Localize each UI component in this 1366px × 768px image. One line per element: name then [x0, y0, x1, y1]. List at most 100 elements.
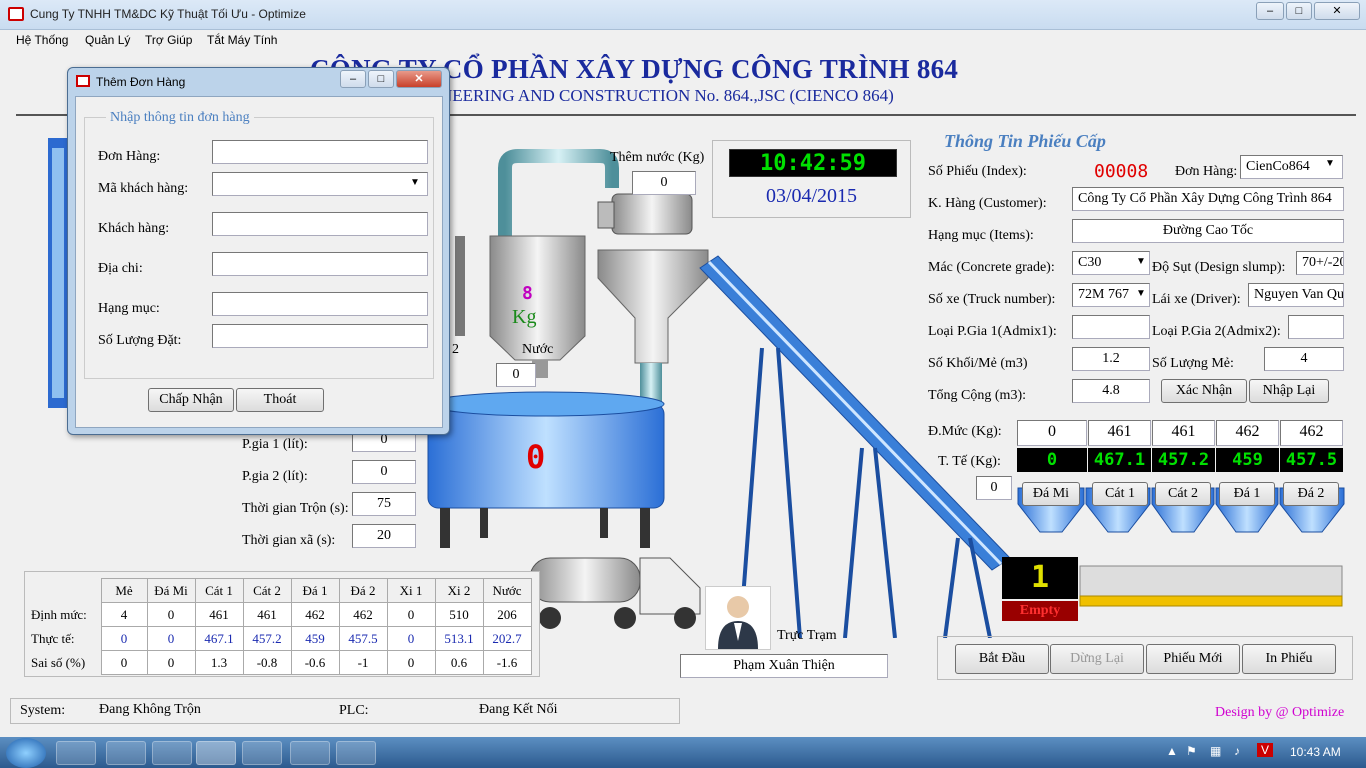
actual-da2: 457.5 — [1280, 448, 1343, 472]
items-input[interactable]: Đường Cao Tốc — [1072, 219, 1344, 243]
maximize-button[interactable]: □ — [1286, 2, 1312, 20]
batches-input[interactable]: 4 — [1264, 347, 1344, 371]
admix-tank-label: 2 — [452, 342, 459, 357]
close-button[interactable]: ✕ — [1314, 2, 1360, 20]
customer-code-select[interactable] — [212, 172, 428, 196]
chevron-down-icon: ▼ — [1136, 288, 1146, 299]
water-add-input[interactable]: 0 — [632, 171, 696, 195]
clock-panel: 10:42:59 03/04/2015 — [712, 140, 911, 218]
ie-icon[interactable] — [56, 741, 96, 765]
start-orb-icon[interactable] — [6, 738, 46, 768]
th-me: Mẻ — [100, 578, 148, 603]
customer-input[interactable]: Công Ty Cổ Phần Xây Dựng Công Trình 864 — [1072, 187, 1344, 211]
water-add-label: Thêm nước (Kg) — [610, 150, 705, 165]
water-tank-value: 0 — [496, 363, 536, 387]
visual-studio-icon[interactable] — [290, 741, 330, 765]
tray-arrow-icon[interactable]: ▲ — [1166, 744, 1178, 758]
menu-tro-giup[interactable]: Trợ Giúp — [145, 33, 192, 47]
category-input[interactable] — [212, 292, 428, 316]
tray-flag-icon[interactable]: ⚑ — [1186, 744, 1197, 758]
index-label: Số Phiếu (Index): — [928, 164, 1027, 179]
system-status: Đang Không Trộn — [99, 702, 201, 717]
bin-da-mi-button[interactable]: Đá Mi — [1022, 482, 1080, 506]
confirm-button[interactable]: Xác Nhận — [1161, 379, 1247, 403]
table-row: Thực tế: 0 0 467.1 457.2 459 457.5 0 513.1 202.7 — [29, 626, 532, 651]
start-button[interactable]: Bắt Đầu — [955, 644, 1049, 674]
slump-label: Độ Sụt (Design slump): — [1152, 260, 1286, 275]
media-player-icon[interactable] — [152, 741, 192, 765]
exit-button[interactable]: Thoát — [236, 388, 324, 412]
clock-time: 10:42:59 — [729, 149, 897, 177]
mixer-digit: 0 — [526, 438, 546, 476]
slump-input[interactable]: 70+/-20 — [1296, 251, 1344, 275]
add-order-dialog: Thêm Đơn Hàng – □ ✕ Nhập thông tin đơn h… — [67, 67, 450, 435]
tray-volume-icon[interactable]: ♪ — [1234, 744, 1240, 758]
th-xi2: Xi 2 — [434, 578, 484, 603]
explorer-icon[interactable] — [106, 741, 146, 765]
bin-cat2-button[interactable]: Cát 2 — [1155, 482, 1211, 506]
menu-bar — [0, 30, 1366, 52]
menu-he-thong[interactable]: Hệ Thống — [16, 33, 68, 47]
stop-button[interactable]: Dừng Lại — [1050, 644, 1144, 674]
bin-da2-button[interactable]: Đá 2 — [1283, 482, 1339, 506]
admix2-input[interactable]: 0 — [352, 460, 416, 484]
system-label: System: — [20, 703, 66, 718]
dialog-maximize-button[interactable]: □ — [368, 70, 394, 88]
customer-name-input[interactable] — [212, 212, 428, 236]
conveyor-digit: 1 — [1002, 557, 1078, 599]
order-input[interactable] — [212, 140, 428, 164]
tray-network-icon[interactable]: ▦ — [1210, 744, 1221, 758]
customer-code-label: Mã khách hàng: — [98, 181, 189, 196]
th-cat2: Cát 2 — [242, 578, 292, 603]
setpoint-cat1: 461 — [1088, 420, 1151, 446]
address-input[interactable] — [212, 252, 428, 276]
admix2-label: P.gia 2 (lít): — [242, 469, 308, 484]
dialog-minimize-button[interactable]: – — [340, 70, 366, 88]
tia-portal-icon[interactable] — [242, 741, 282, 765]
admix1-type-input[interactable] — [1072, 315, 1150, 339]
bin-cat1-button[interactable]: Cát 1 — [1092, 482, 1148, 506]
window-titlebar: Cung Ty TNHH TM&DC Kỹ Thuật Tối Ưu - Opt… — [0, 0, 1366, 30]
extra-value: 0 — [976, 476, 1012, 500]
batch-table-panel: Mẻ Đá Mi Cát 1 Cát 2 Đá 1 Đá 2 Xi 1 Xi 2… — [24, 571, 540, 677]
volume-input[interactable]: 1.2 — [1072, 347, 1150, 371]
mix-time-input[interactable]: 75 — [352, 492, 416, 516]
driver-input[interactable]: Nguyen Van Quang — [1248, 283, 1344, 307]
setpoint-da-mi: 0 — [1017, 420, 1087, 446]
accept-button[interactable]: Chấp Nhận — [148, 388, 234, 412]
dialog-title: Thêm Đơn Hàng — [96, 75, 186, 89]
menu-quan-ly[interactable]: Quản Lý — [85, 33, 130, 47]
th-da1: Đá 1 — [290, 578, 340, 603]
order-label: Đơn Hàng: — [1175, 164, 1238, 179]
setpoint-label: Đ.Mức (Kg): — [928, 424, 1002, 439]
actual-label: T. Tế (Kg): — [938, 454, 1001, 469]
table-row: Định mức: 4 0 461 461 462 462 0 510 206 — [29, 602, 532, 627]
admix2-type-label: Loại P.Gia 2(Admix2): — [1152, 324, 1281, 339]
network-app-icon[interactable] — [336, 741, 376, 765]
category-label: Hạng mục: — [98, 301, 160, 316]
plc-label: PLC: — [339, 703, 369, 718]
optimize-app-icon[interactable] — [196, 741, 236, 765]
discharge-time-label: Thời gian xã (s): — [242, 533, 336, 548]
menu-tat-may-tinh[interactable]: Tắt Máy Tính — [207, 33, 277, 47]
order-group-title: Nhập thông tin đơn hàng — [106, 110, 254, 126]
taskbar-clock[interactable]: 10:43 AM — [1290, 745, 1341, 759]
actual-cat1: 467.1 — [1088, 448, 1151, 472]
discharge-time-input[interactable]: 20 — [352, 524, 416, 548]
address-label: Địa chi: — [98, 261, 143, 276]
tray-antivirus-icon[interactable]: V — [1257, 743, 1273, 757]
actual-cat2: 457.2 — [1152, 448, 1215, 472]
operator-role: Trực Trạm — [777, 628, 837, 643]
plc-status: Đang Kết Nối — [479, 702, 558, 717]
quantity-input[interactable] — [212, 324, 428, 348]
minimize-button[interactable]: – — [1256, 2, 1284, 20]
window-title: Cung Ty TNHH TM&DC Kỹ Thuật Tối Ưu - Opt… — [30, 7, 306, 21]
reset-button[interactable]: Nhập Lại — [1249, 379, 1329, 403]
dialog-close-button[interactable]: ✕ — [396, 70, 442, 88]
new-ticket-button[interactable]: Phiếu Mới — [1146, 644, 1240, 674]
print-ticket-button[interactable]: In Phiếu — [1242, 644, 1336, 674]
truck-label: Số xe (Truck number): — [928, 292, 1056, 307]
bin-da1-button[interactable]: Đá 1 — [1219, 482, 1275, 506]
admix2-type-input[interactable] — [1288, 315, 1344, 339]
setpoint-cat2: 461 — [1152, 420, 1215, 446]
